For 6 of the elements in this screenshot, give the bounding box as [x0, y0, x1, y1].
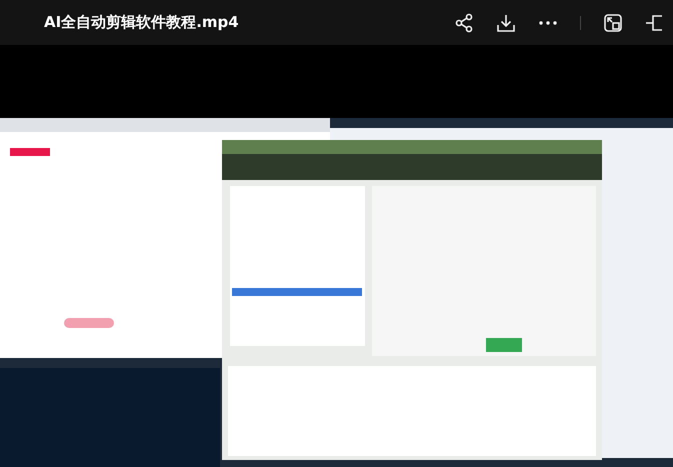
download-icon[interactable] — [496, 12, 516, 32]
share-icon[interactable] — [454, 12, 474, 32]
video-title: AI全自动剪辑软件教程.mp4 — [44, 13, 239, 32]
more-icon[interactable] — [538, 20, 558, 26]
picture-in-picture-icon[interactable] — [603, 12, 623, 32]
dock-icon[interactable] — [645, 12, 663, 32]
